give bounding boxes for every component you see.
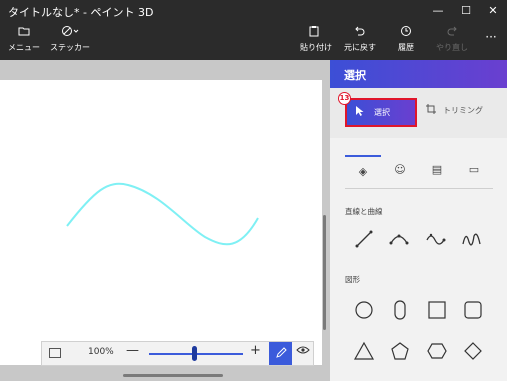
pill-tool[interactable] — [389, 299, 411, 321]
redo-label: やり直し — [436, 43, 468, 52]
paste-button[interactable]: 貼り付け — [300, 24, 332, 58]
paste-label: 貼り付け — [300, 43, 332, 52]
triangle-tool[interactable] — [353, 340, 375, 362]
zoom-slider-thumb[interactable] — [192, 346, 197, 361]
line-tool[interactable] — [353, 228, 375, 250]
tab-textures[interactable]: ▤ — [419, 155, 455, 187]
vertical-scrollbar[interactable] — [323, 215, 326, 330]
title-bar: タイトルなし* - ペイント 3D — ☐ ✕ — [0, 0, 507, 22]
rounded-square-icon — [464, 301, 482, 319]
pentagon-icon — [391, 342, 409, 360]
diamond-tool[interactable] — [462, 340, 484, 362]
trim-label: トリミング — [443, 106, 483, 115]
history-button[interactable]: 履歴 — [392, 24, 420, 58]
stickers-button[interactable]: ステッカー — [50, 24, 90, 58]
wave-curve-tool[interactable] — [461, 228, 483, 250]
crop-icon — [425, 103, 437, 118]
circle-icon — [355, 301, 373, 319]
sticker-palette-icon: ☺ — [394, 163, 406, 176]
shapes-section-label: 図形 — [345, 275, 360, 284]
curve-icon — [389, 234, 409, 245]
eye-icon — [296, 346, 310, 354]
minimize-button[interactable]: — — [424, 0, 452, 22]
s-curve-tool[interactable] — [425, 228, 447, 250]
drawn-curve — [66, 182, 259, 246]
zoom-in-button[interactable]: + — [250, 343, 261, 358]
folder-icon: ▭ — [468, 163, 480, 176]
pen-icon — [275, 347, 287, 358]
paste-icon — [300, 24, 328, 42]
close-button[interactable]: ✕ — [479, 0, 507, 22]
folder-icon — [8, 24, 40, 42]
panel-title: 選択 — [344, 69, 366, 82]
mode-area: 選択 13 トリミング — [330, 88, 507, 138]
rounded-square-tool[interactable] — [462, 299, 484, 321]
undo-label: 元に戻す — [344, 43, 376, 52]
history-icon — [392, 24, 420, 42]
curve-tool[interactable] — [388, 228, 410, 250]
square-icon — [428, 301, 446, 319]
step-badge: 13 — [338, 92, 351, 105]
history-label: 履歴 — [398, 43, 414, 52]
drawing-canvas[interactable] — [0, 80, 322, 365]
toolbar: メニュー ステッカー 貼り付け 元に戻す 履歴 やり直し ··· — [0, 22, 507, 60]
sticker-icon — [50, 24, 90, 42]
lines-section-label: 直線と曲線 — [345, 207, 383, 216]
tab-stickers[interactable]: ☺ — [382, 155, 418, 187]
menu-button[interactable]: メニュー — [8, 24, 40, 58]
window-title: タイトルなし* - ペイント 3D — [8, 6, 154, 19]
more-button[interactable]: ··· — [482, 28, 500, 62]
square-tool[interactable] — [426, 299, 448, 321]
shapes-2d-icon: ◈ — [358, 165, 368, 178]
circle-tool[interactable] — [353, 299, 375, 321]
panel-header: 選択 — [330, 60, 507, 88]
cursor-icon — [355, 105, 365, 120]
more-icon: ··· — [485, 30, 497, 44]
stickers-label: ステッカー — [50, 43, 90, 52]
straight-line-icon — [355, 230, 373, 248]
pentagon-tool[interactable] — [389, 340, 411, 362]
menu-label: メニュー — [8, 43, 40, 52]
tab-shapes-2d[interactable]: ◈ — [345, 155, 381, 187]
diamond-icon — [464, 342, 482, 360]
hexagon-icon — [427, 343, 447, 359]
tab-folder[interactable]: ▭ — [456, 155, 492, 187]
pen-mode-button[interactable] — [269, 342, 292, 365]
triangle-icon — [353, 341, 375, 360]
zoom-out-button[interactable]: — — [126, 343, 139, 358]
redo-button[interactable]: やり直し — [436, 24, 468, 58]
hexagon-tool[interactable] — [426, 340, 448, 362]
select-button[interactable]: 選択 — [345, 98, 417, 127]
zoom-bar: 100% — + — [41, 341, 314, 366]
horizontal-scrollbar[interactable] — [123, 374, 223, 377]
texture-icon: ▤ — [431, 163, 443, 176]
wave-curve-icon — [462, 233, 481, 246]
tabs-divider — [345, 188, 493, 189]
maximize-button[interactable]: ☐ — [452, 0, 480, 22]
redo-icon — [436, 24, 468, 42]
zoom-percent: 100% — [88, 347, 114, 357]
fit-screen-icon[interactable] — [49, 348, 61, 358]
select-label: 選択 — [374, 108, 390, 117]
view-mode-button[interactable] — [296, 345, 310, 358]
pill-icon — [394, 300, 406, 320]
s-curve-icon — [426, 233, 446, 245]
undo-icon — [342, 24, 378, 42]
side-panel: 選択 選択 13 トリミング ◈ ☺ ▤ ▭ 直線と曲線 図形 — [330, 60, 507, 381]
tool-tabs: ◈ ☺ ▤ ▭ — [330, 155, 507, 187]
workspace — [0, 60, 330, 381]
undo-button[interactable]: 元に戻す — [342, 24, 378, 58]
